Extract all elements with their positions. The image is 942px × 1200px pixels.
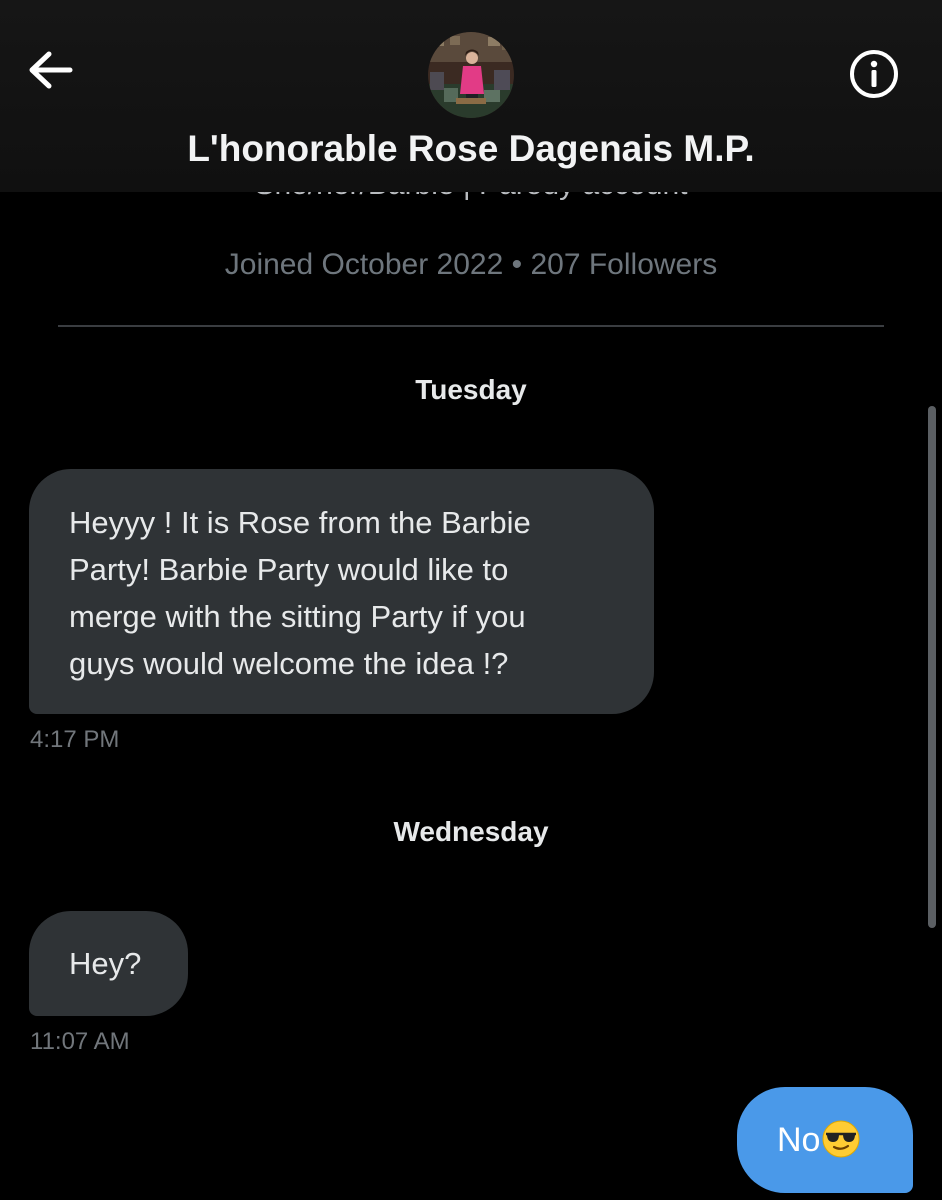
day-separator: Wednesday	[393, 816, 549, 847]
conversation-header: L'honorable Rose Dagenais M.P.	[0, 0, 942, 192]
conversation-title[interactable]: L'honorable Rose Dagenais M.P.	[0, 128, 942, 170]
scrollbar[interactable]	[928, 406, 936, 928]
message-line: merge with the sitting Party if you	[69, 599, 526, 634]
arrow-left-icon	[29, 51, 73, 89]
divider	[58, 325, 884, 327]
message-text: No	[777, 1121, 821, 1159]
back-button[interactable]	[22, 42, 78, 98]
avatar[interactable]	[428, 32, 514, 118]
info-button[interactable]	[846, 46, 902, 102]
day-separator: Tuesday	[415, 374, 527, 405]
outgoing-message[interactable]: No	[737, 1087, 913, 1193]
message-line: Party! Barbie Party would like to	[69, 552, 509, 587]
message-line: Hey?	[69, 946, 142, 981]
sunglasses-emoji-icon	[822, 1120, 860, 1158]
message-line: guys would welcome the idea !?	[69, 646, 509, 681]
profile-join-followers: Joined October 2022 • 207 Followers	[224, 248, 718, 281]
incoming-message[interactable]: Hey?	[29, 911, 188, 1016]
info-circle-icon	[850, 50, 898, 98]
message-line: Heyyy ! It is Rose from the Barbie	[69, 505, 531, 540]
incoming-message[interactable]: Heyyy ! It is Rose from the Barbie Party…	[29, 469, 654, 714]
message-timestamp: 11:07 AM	[30, 1028, 130, 1055]
message-timestamp: 4:17 PM	[30, 726, 120, 753]
